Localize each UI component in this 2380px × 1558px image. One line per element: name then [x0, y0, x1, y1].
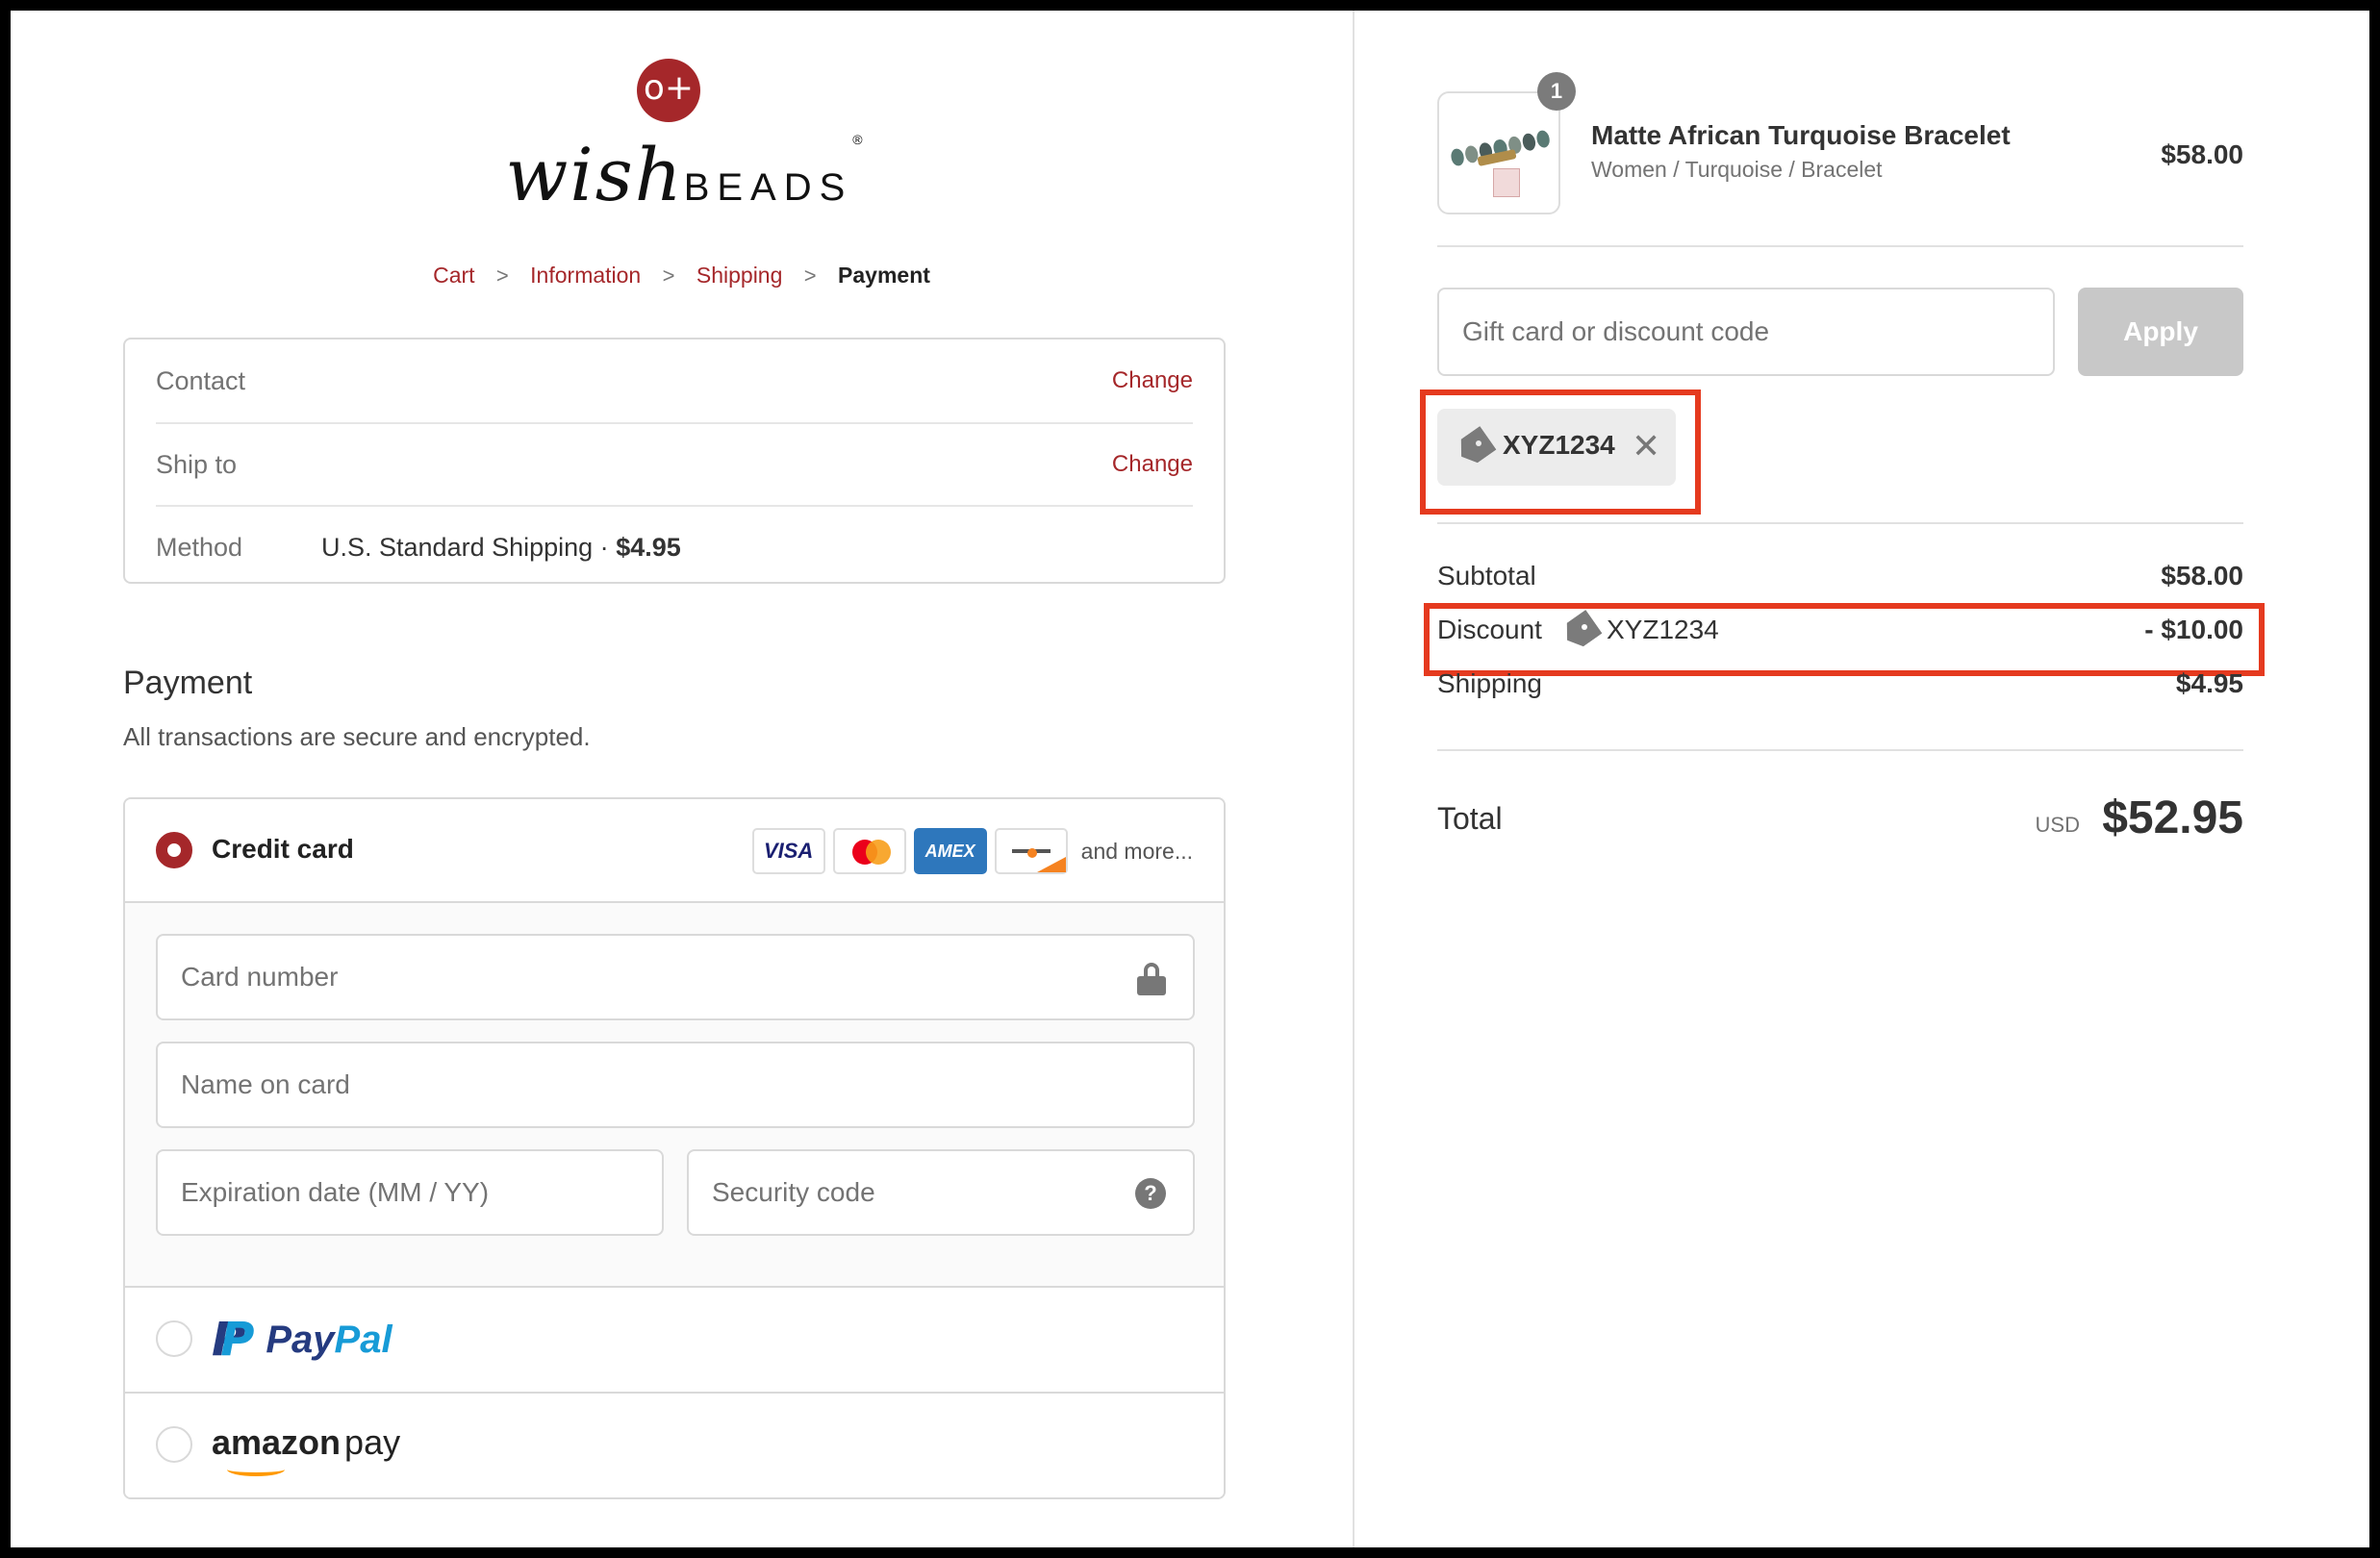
wishbeads-logo[interactable]: o+ wishBEADS ®: [492, 59, 876, 232]
change-contact-link[interactable]: Change: [1112, 367, 1193, 394]
paypal-option[interactable]: PP PayPal: [125, 1288, 1224, 1394]
checkout-page: o+ wishBEADS ® Cart > Information > Shipp…: [11, 11, 2369, 1547]
total-amount: $52.95: [2102, 792, 2243, 843]
bracelet-image: [1449, 129, 1552, 170]
discover-icon: [994, 828, 1068, 874]
subtotal-row: Subtotal $58.00: [1437, 561, 2243, 591]
breadcrumb: Cart > Information > Shipping > Payment: [11, 263, 1353, 289]
total-label: Total: [1437, 801, 1503, 836]
review-contact-row: Contact Change: [156, 339, 1193, 422]
expiration-date-placeholder: Expiration date (MM / YY): [181, 1177, 490, 1207]
credit-card-form: Card number Name on card Expiration date…: [125, 903, 1224, 1288]
paypal-pay-text: Pay: [266, 1318, 335, 1361]
amazon-pay-radio[interactable]: [156, 1426, 192, 1463]
paypal-radio[interactable]: [156, 1320, 192, 1357]
line-item: 1 Matte African Turquoise Bracelet Women…: [1437, 72, 2243, 214]
method-price: $4.95: [616, 532, 681, 562]
paypal-pal-text: Pal: [334, 1318, 392, 1361]
method-value: U.S. Standard Shipping · $4.95: [321, 533, 681, 563]
chevron-right-icon: >: [495, 264, 509, 288]
logo-trademark: ®: [852, 132, 863, 147]
shipping-value: $4.95: [2175, 668, 2243, 698]
review-method-row: Method U.S. Standard Shipping · $4.95: [156, 505, 1193, 588]
mastercard-icon: [832, 828, 906, 874]
payment-methods: Credit card VISA AMEX and more... Card n…: [123, 797, 1226, 1499]
subtotal-value: $58.00: [2161, 561, 2243, 591]
paypal-wordmark: PayPal: [266, 1319, 392, 1362]
credit-card-option[interactable]: Credit card VISA AMEX and more...: [125, 799, 1224, 903]
name-on-card-placeholder: Name on card: [181, 1069, 350, 1099]
credit-card-label: Credit card: [212, 834, 354, 864]
total-currency: USD: [2035, 813, 2080, 837]
shipping-row: Shipping $4.95: [1437, 668, 2243, 699]
name-on-card-field[interactable]: Name on card: [156, 1042, 1195, 1128]
security-code-placeholder: Security code: [712, 1177, 875, 1207]
total-row: Total USD $52.95: [1437, 788, 2243, 855]
breadcrumb-cart[interactable]: Cart: [433, 263, 474, 288]
breadcrumb-shipping[interactable]: Shipping: [696, 263, 783, 288]
paypal-logo: PP PayPal: [212, 1313, 392, 1367]
shipping-label: Shipping: [1437, 668, 1542, 698]
breadcrumb-information[interactable]: Information: [530, 263, 641, 288]
chevron-right-icon: >: [662, 264, 675, 288]
change-ship-to-link[interactable]: Change: [1112, 451, 1193, 478]
product-name: Matte African Turquoise Bracelet: [1591, 120, 2011, 150]
summary-divider: [1437, 522, 2243, 524]
card-brands: VISA AMEX and more...: [751, 828, 1193, 874]
ship-to-label: Ship to: [156, 449, 238, 479]
help-icon[interactable]: ?: [1135, 1178, 1166, 1209]
payment-title: Payment: [123, 665, 253, 701]
summary-divider: [1437, 245, 2243, 247]
checkout-main: o+ wishBEADS ® Cart > Information > Shipp…: [11, 11, 1353, 1547]
review-block: Contact Change Ship to Change Method U.S…: [123, 338, 1226, 584]
card-number-field[interactable]: Card number: [156, 934, 1195, 1020]
chevron-right-icon: >: [803, 264, 817, 288]
method-name: U.S. Standard Shipping ·: [321, 532, 617, 562]
logo-wordmark: wishBEADS ®: [492, 132, 876, 217]
visa-icon: VISA: [751, 828, 825, 874]
quantity-badge: 1: [1537, 72, 1576, 111]
product-thumbnail: [1437, 91, 1560, 214]
review-ship-to-row: Ship to Change: [156, 422, 1193, 505]
product-variant: Women / Turquoise / Bracelet: [1591, 157, 1883, 182]
amazon-pay-logo: amazon pay: [212, 1422, 401, 1476]
method-label: Method: [156, 532, 243, 562]
amex-icon: AMEX: [913, 828, 987, 874]
order-summary: 1 Matte African Turquoise Bracelet Women…: [1355, 11, 2369, 1547]
discount-code-placeholder: Gift card or discount code: [1462, 316, 1770, 346]
summary-divider: [1437, 749, 2243, 751]
applied-tag-highlight: [1420, 390, 1701, 515]
breadcrumb-payment: Payment: [838, 263, 930, 288]
logo-caps-text: BEADS: [683, 166, 853, 209]
card-number-placeholder: Card number: [181, 962, 339, 992]
amazon-pay-text: pay: [344, 1422, 401, 1462]
subtotal-label: Subtotal: [1437, 561, 1536, 591]
logo-mark-icon: o+: [637, 59, 700, 122]
discount-code-input[interactable]: Gift card or discount code: [1437, 288, 2055, 376]
lock-icon: [1137, 963, 1166, 995]
logo-script-text: wish: [505, 132, 684, 217]
apply-button[interactable]: Apply: [2078, 288, 2243, 376]
product-price: $58.00: [2161, 139, 2243, 169]
amazon-smile-icon: [227, 1463, 285, 1476]
expiration-date-field[interactable]: Expiration date (MM / YY): [156, 1149, 664, 1236]
amazon-wordmark: amazon: [212, 1422, 342, 1462]
discount-row-highlight: [1424, 603, 2265, 676]
credit-card-radio[interactable]: [156, 832, 192, 868]
and-more-text: and more...: [1080, 838, 1193, 864]
amazon-pay-option[interactable]: amazon pay: [125, 1394, 1224, 1497]
payment-subtitle: All transactions are secure and encrypte…: [123, 722, 591, 751]
security-code-field[interactable]: Security code ?: [687, 1149, 1195, 1236]
contact-label: Contact: [156, 365, 246, 395]
paypal-mark-overlay-icon: P: [220, 1313, 255, 1367]
